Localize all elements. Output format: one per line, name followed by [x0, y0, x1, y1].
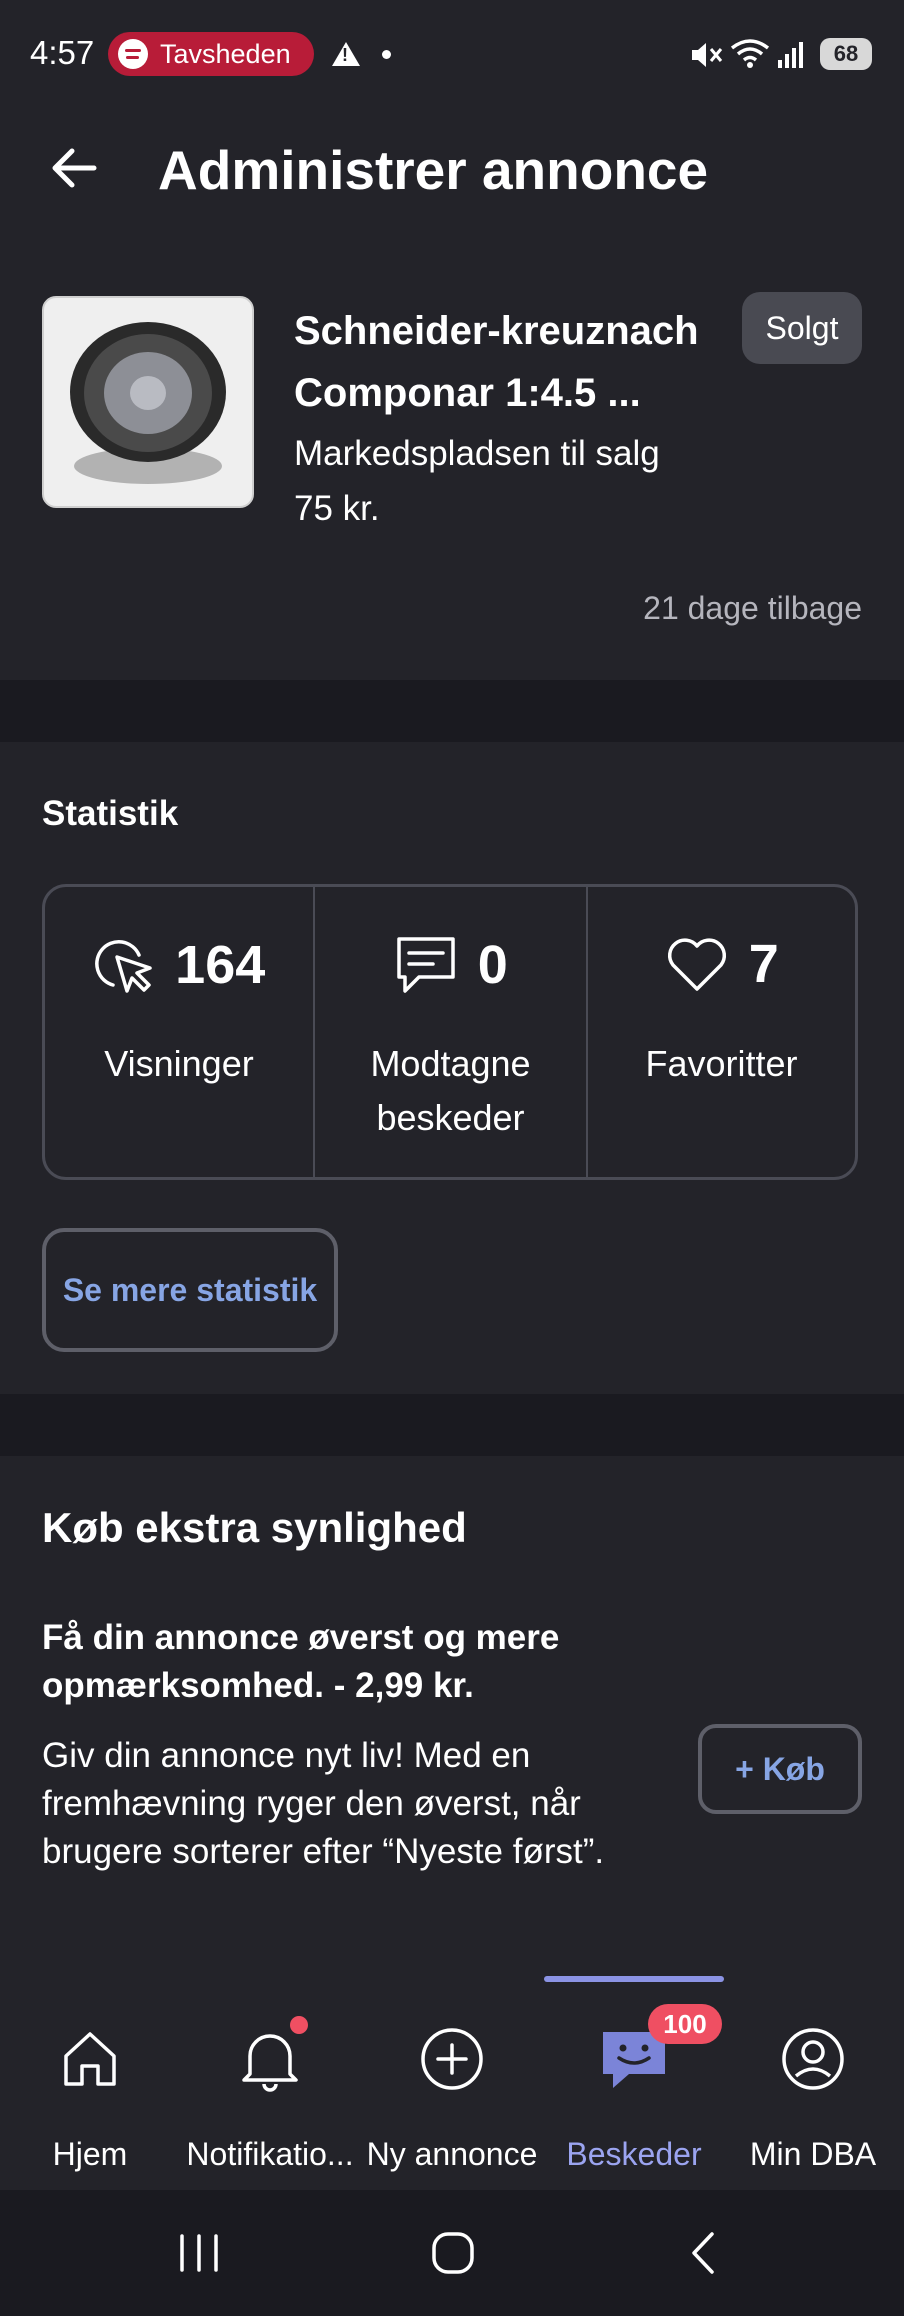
status-time: 4:57: [30, 34, 95, 71]
recent-apps-icon[interactable]: [176, 2232, 222, 2274]
nav-item-profile[interactable]: Min DBA: [740, 2026, 886, 2176]
home-icon: [64, 2032, 116, 2086]
nav-item-home[interactable]: Hjem: [30, 2026, 150, 2176]
stat-views: 164 Visninger: [45, 887, 313, 1177]
messages-count-badge: 100: [648, 2004, 722, 2044]
statistics-section: Statistik 164 Visninger 0 Modtagne beske…: [0, 742, 904, 1394]
message-icon: [397, 937, 455, 993]
listing-title: Schneider-kreuznach Componar 1:4.5 ...: [294, 309, 699, 415]
nav-item-new-listing[interactable]: Ny annonce: [362, 2026, 542, 2176]
plus-circle-icon: [421, 2028, 483, 2090]
page-title: Administrer annonce: [158, 139, 709, 201]
stat-favorites-value: 7: [748, 934, 779, 994]
stat-views-value: 164: [175, 935, 266, 995]
back-arrow-icon[interactable]: [46, 140, 102, 196]
status-bar: 4:57 Tavsheden 68: [0, 0, 904, 110]
nav-label-home: Hjem: [52, 2136, 128, 2172]
nav-label-new-listing: Ny annonce: [366, 2136, 538, 2172]
more-statistics-button[interactable]: Se mere statistik: [42, 1228, 338, 1352]
bell-icon: [242, 2034, 298, 2092]
signal-icon: [778, 42, 803, 68]
stat-messages: 0 Modtagne beskeder: [313, 887, 588, 1177]
back-icon[interactable]: [686, 2230, 720, 2276]
stat-favorites: 7 Favoritter: [588, 887, 855, 1177]
buy-button[interactable]: + Køb: [698, 1724, 862, 1814]
spotify-icon: [118, 39, 148, 69]
visibility-heading: Køb ekstra synlighed: [42, 1504, 467, 1551]
spotify-now-playing-pill[interactable]: Tavsheden: [108, 32, 314, 76]
top-app-bar: Administrer annonce: [0, 110, 904, 260]
home-circle-icon[interactable]: [430, 2230, 476, 2276]
heart-icon: [668, 938, 727, 991]
stat-favorites-label: Favoritter: [645, 1043, 798, 1084]
notification-unread-dot: [290, 2016, 308, 2034]
nav-label-messages: Beskeder: [566, 2136, 702, 2172]
bottom-navigation: Hjem Notifikatio... Ny annonce 100 Beske…: [0, 1976, 904, 2190]
profile-icon: [782, 2028, 844, 2090]
battery-indicator: 68: [820, 38, 872, 70]
notification-dot-icon: [382, 50, 391, 59]
wifi-icon: [730, 39, 770, 68]
listing-summary[interactable]: Schneider-kreuznach Componar 1:4.5 ... M…: [0, 260, 904, 680]
statistics-box: 164 Visninger 0 Modtagne beskeder 7 Favo…: [42, 884, 858, 1180]
warning-icon: [332, 42, 360, 66]
listing-thumbnail: [42, 296, 254, 508]
active-tab-indicator: [544, 1976, 724, 1982]
section-divider: [0, 680, 904, 742]
stat-messages-value: 0: [477, 935, 508, 995]
nav-label-profile: Min DBA: [749, 2136, 877, 2172]
statistics-heading: Statistik: [42, 794, 179, 833]
listing-subtitle: Markedspladsen til salg 75 kr.: [294, 434, 660, 528]
spotify-track-label: Tavsheden: [160, 39, 291, 69]
mute-icon: [692, 43, 723, 67]
visibility-section: Køb ekstra synlighed Få din annonce øver…: [0, 1456, 904, 1976]
cursor-click-icon: [94, 940, 152, 993]
stat-messages-label: Modtagne beskeder: [370, 1043, 531, 1138]
status-badge: Solgt: [742, 292, 862, 364]
nav-label-notifications: Notifikatio...: [186, 2136, 354, 2172]
nav-item-messages[interactable]: 100 Beskeder: [554, 2004, 722, 2176]
lens-center-shape: [130, 376, 166, 410]
nav-item-notifications[interactable]: Notifikatio...: [178, 2016, 362, 2176]
visibility-description: Giv din annonce nyt liv! Med en fremhævn…: [42, 1736, 605, 1871]
section-divider: [0, 1394, 904, 1456]
visibility-offer: Få din annonce øverst og mere opmærksomh…: [42, 1618, 560, 1705]
system-navigation-bar: [0, 2190, 904, 2316]
listing-date: 21 dage tilbage: [643, 590, 862, 626]
stat-views-label: Visninger: [104, 1043, 254, 1084]
